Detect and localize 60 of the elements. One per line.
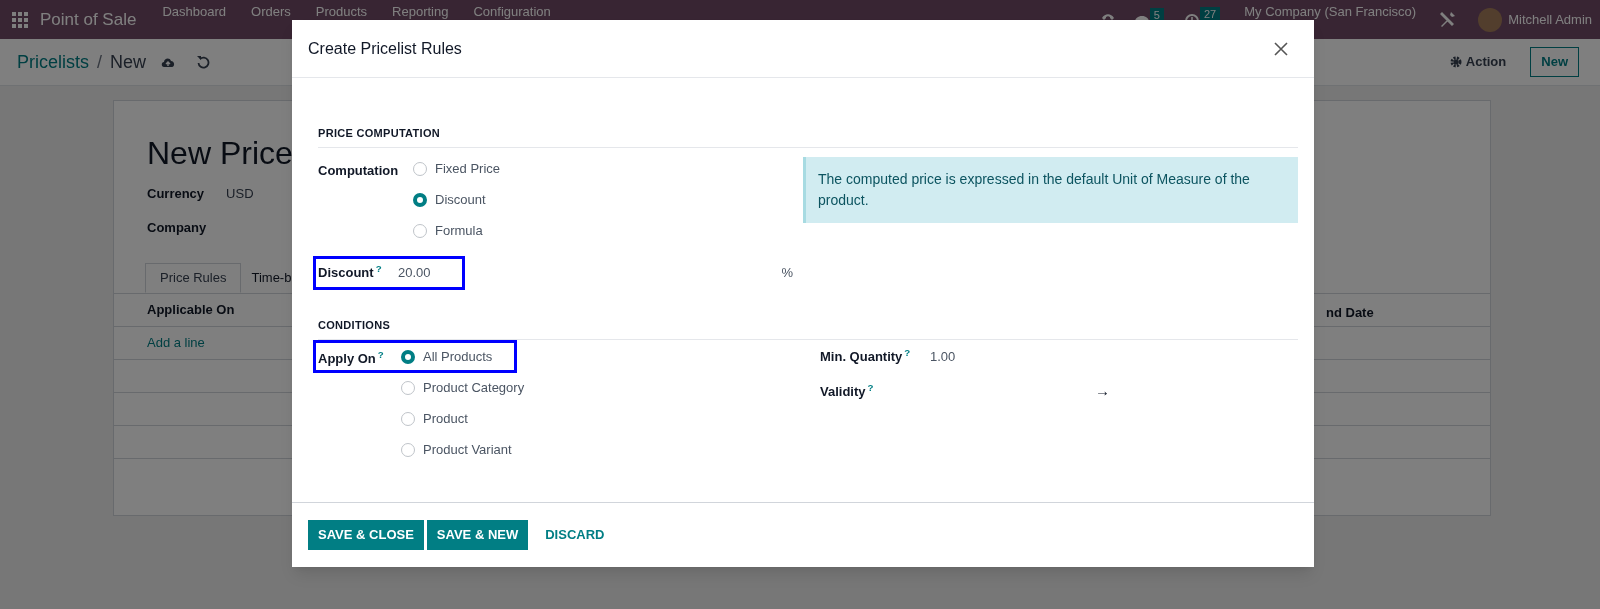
column-header: nd Date bbox=[1326, 304, 1374, 322]
date-range-arrow: → bbox=[1095, 381, 1110, 402]
tools-icon[interactable] bbox=[1438, 10, 1457, 29]
menu-item[interactable]: Configuration bbox=[473, 4, 551, 19]
field-label: Computation bbox=[318, 162, 400, 180]
radio-label[interactable]: Product Category bbox=[423, 377, 525, 398]
tab[interactable]: Time-b bbox=[241, 263, 296, 293]
radio-button[interactable] bbox=[413, 223, 427, 238]
app-name[interactable]: Point of Sale bbox=[40, 6, 137, 33]
tab[interactable]: Price Rules bbox=[145, 263, 242, 293]
radio-button[interactable] bbox=[401, 411, 415, 426]
discard-button[interactable]: DISCARD bbox=[535, 520, 615, 550]
apps-menu-icon[interactable] bbox=[12, 11, 28, 28]
menu-item[interactable]: Dashboard bbox=[162, 4, 226, 19]
info-note: The computed price is expressed in the default Unit of Measure of the product. bbox=[803, 157, 1298, 223]
action-button[interactable]: Action bbox=[1449, 52, 1507, 72]
company-switcher[interactable]: My Company (San Francisco) bbox=[1244, 4, 1417, 19]
new-button[interactable]: New bbox=[1530, 47, 1579, 77]
save-button[interactable]: SAVE & CLOSE bbox=[308, 520, 424, 550]
gear-icon bbox=[1449, 56, 1462, 68]
percent-suffix: % bbox=[781, 264, 793, 283]
menu-item[interactable]: Reporting bbox=[392, 4, 449, 19]
field-label: Min. Quantity$^{?}$ bbox=[820, 346, 912, 366]
radio-label[interactable]: Product Variant bbox=[423, 439, 512, 460]
radio-label[interactable]: All Products bbox=[423, 346, 493, 367]
undo-icon[interactable] bbox=[196, 55, 211, 69]
section-heading: CONDITIONS bbox=[318, 319, 391, 331]
cloud-upload-icon[interactable] bbox=[160, 55, 177, 69]
column-header: Applicable On bbox=[147, 301, 235, 320]
radio-button[interactable] bbox=[413, 192, 427, 207]
breadcrumb-current: New bbox=[110, 50, 147, 74]
field-label: Apply On$^{?}$ bbox=[318, 348, 385, 368]
min-quantity-input[interactable]: 1.00 bbox=[930, 346, 956, 367]
menu-item[interactable]: Orders bbox=[251, 4, 291, 19]
record-title: New Price bbox=[147, 134, 293, 173]
section-heading: PRICE COMPUTATION bbox=[318, 127, 441, 139]
discount-input[interactable]: 20.00 bbox=[398, 263, 431, 283]
radio-button[interactable] bbox=[401, 380, 415, 395]
breadcrumb-link[interactable]: Pricelists bbox=[17, 48, 89, 76]
field-label: Validity$^{?}$ bbox=[820, 381, 875, 401]
radio-label[interactable]: Discount bbox=[435, 189, 486, 210]
radio-label[interactable]: Product bbox=[423, 408, 468, 429]
radio-label[interactable]: Fixed Price bbox=[435, 158, 501, 179]
activity-count-badge: 27 bbox=[1200, 7, 1221, 21]
add-line-link[interactable]: Add a line bbox=[147, 333, 205, 353]
breadcrumb-separator: / bbox=[97, 50, 103, 74]
save-button[interactable]: SAVE & NEW bbox=[426, 520, 529, 550]
close-icon[interactable] bbox=[1274, 41, 1288, 56]
radio-button[interactable] bbox=[401, 442, 415, 457]
radio-button[interactable] bbox=[401, 349, 415, 364]
field-label: Currency bbox=[147, 185, 205, 203]
field-label: Company bbox=[147, 219, 207, 237]
radio-label[interactable]: Formula bbox=[435, 220, 483, 241]
message-count-badge: 5 bbox=[1149, 7, 1164, 22]
dialog-title: Create Pricelist Rules bbox=[308, 38, 462, 59]
field-value: USD bbox=[226, 185, 254, 203]
field-label: Discount$^{?}$ bbox=[318, 263, 383, 283]
radio-button[interactable] bbox=[413, 161, 427, 176]
user-name[interactable]: Mitchell Admin bbox=[1508, 9, 1592, 30]
menu-item[interactable]: Products bbox=[315, 4, 368, 19]
